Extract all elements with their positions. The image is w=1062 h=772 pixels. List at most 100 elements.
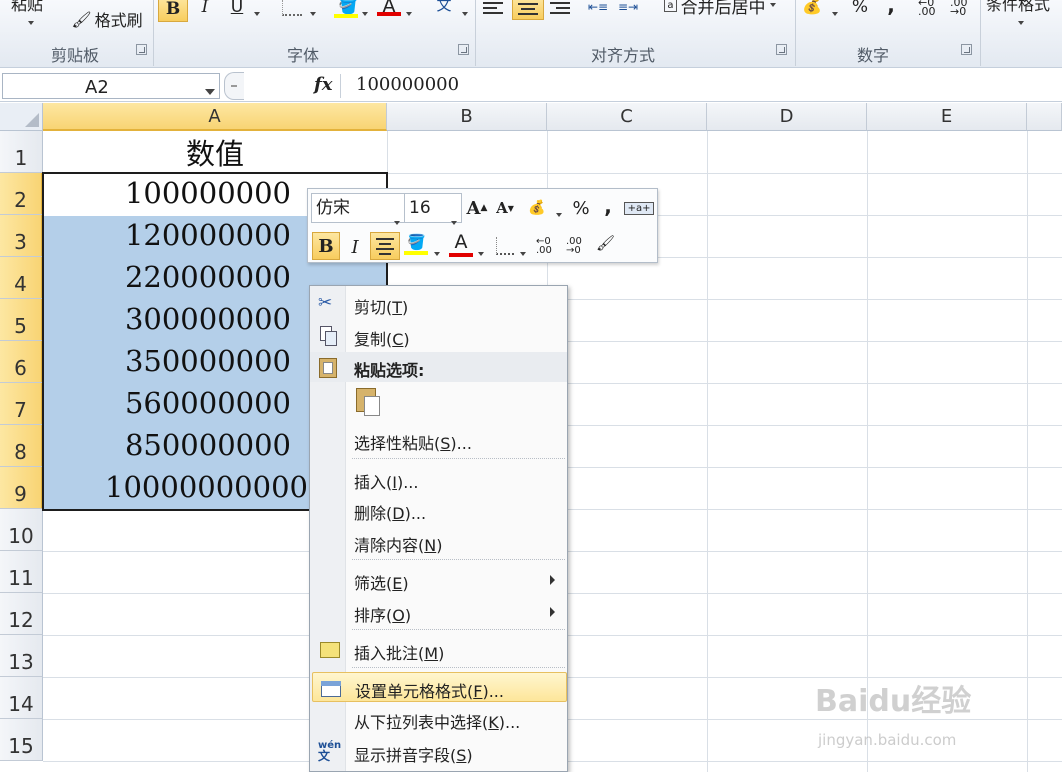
menu-item-cut[interactable]: ✂ 剪切(T) <box>312 289 567 319</box>
paste-dropdown-icon[interactable] <box>28 14 34 29</box>
mini-merge-center-icon[interactable]: +a+ <box>623 197 655 219</box>
menu-item-sort[interactable]: 排序(O) <box>312 597 567 627</box>
select-all-corner[interactable] <box>0 103 43 131</box>
mini-grow-font-icon[interactable]: A ▲ <box>466 195 488 221</box>
merge-center-icon: a <box>664 0 677 12</box>
comma-style-button[interactable]: , <box>878 0 904 17</box>
mini-increase-decimal-icon[interactable]: ←0.00 <box>536 237 560 257</box>
row-header-9[interactable]: 9 <box>0 467 43 509</box>
align-left-icon[interactable] <box>483 0 507 16</box>
underline-dropdown-icon[interactable] <box>254 5 260 20</box>
align-right-icon[interactable] <box>548 0 572 16</box>
border-icon[interactable] <box>282 0 302 16</box>
row-header-10[interactable]: 10 <box>0 509 43 551</box>
alignment-dialog-launcher-icon[interactable] <box>776 44 787 55</box>
number-dialog-launcher-icon[interactable] <box>961 44 972 55</box>
formula-bar-resize-handle[interactable] <box>224 72 244 100</box>
cell-a1[interactable]: 数值 <box>43 131 387 173</box>
mini-fill-dropdown-icon[interactable] <box>434 245 440 260</box>
mini-font-name-combo[interactable]: 仿宋 <box>311 193 405 225</box>
underline-button[interactable]: U <box>224 0 250 18</box>
column-header-f-partial[interactable] <box>1027 103 1062 131</box>
font-color-dropdown-icon[interactable] <box>406 5 412 20</box>
font-dialog-launcher-icon[interactable] <box>458 44 469 55</box>
phonetic-guide-icon[interactable]: 文 <box>430 0 458 22</box>
mini-align-center-button[interactable] <box>370 232 400 260</box>
mini-accounting-icon[interactable]: 💰 <box>522 195 552 221</box>
mini-percent-button[interactable]: % <box>568 195 594 221</box>
formula-divider <box>340 74 341 98</box>
row-header-8[interactable]: 8 <box>0 425 43 467</box>
row-header-12[interactable]: 12 <box>0 593 43 635</box>
menu-item-format-cells[interactable]: 设置单元格格式(F)... <box>312 672 567 702</box>
row-header-14[interactable]: 14 <box>0 677 43 719</box>
paste-option-keep-source-icon[interactable] <box>354 386 384 418</box>
decrease-decimal-icon[interactable]: .00 →0 <box>950 0 974 18</box>
formula-input[interactable]: 100000000 <box>356 74 459 95</box>
row-header-5[interactable]: 5 <box>0 299 43 341</box>
format-painter-button[interactable]: 🖌 格式刷 <box>66 8 148 31</box>
menu-item-copy[interactable]: 复制(C) <box>312 321 567 351</box>
menu-item-filter[interactable]: 筛选(E) <box>312 565 567 595</box>
paste-button[interactable]: 粘贴 <box>2 0 52 14</box>
column-header-c[interactable]: C <box>547 103 707 131</box>
accounting-format-icon[interactable]: 💰 <box>802 0 828 18</box>
mini-font-name-dropdown-icon[interactable] <box>394 206 400 234</box>
accounting-dropdown-icon[interactable] <box>832 5 838 20</box>
mini-shrink-font-icon[interactable]: A ▼ <box>494 195 516 221</box>
clipboard-dialog-launcher-icon[interactable] <box>136 44 147 55</box>
menu-item-paste-special[interactable]: 选择性粘贴(S)... <box>312 425 567 455</box>
mini-italic-button[interactable]: I <box>344 234 366 260</box>
menu-item-pick-from-list[interactable]: 从下拉列表中选择(K)... <box>312 704 567 734</box>
mini-comma-button[interactable]: , <box>598 193 618 219</box>
row-header-6[interactable]: 6 <box>0 341 43 383</box>
bold-button[interactable]: B <box>158 0 188 22</box>
percent-button[interactable]: % <box>845 0 875 18</box>
mini-fill-color-icon[interactable]: 🪣 <box>404 233 430 259</box>
comment-icon <box>318 639 340 661</box>
menu-item-clear-contents[interactable]: 清除内容(N) <box>312 527 567 557</box>
align-center-button[interactable] <box>512 0 544 20</box>
name-box[interactable]: A2 <box>2 73 220 99</box>
fill-color-dropdown-icon[interactable] <box>362 5 368 20</box>
menu-item-phonetic[interactable]: wén 文 显示拼音字段(S) <box>312 737 567 767</box>
row-header-2[interactable]: 2 <box>0 173 43 215</box>
name-box-dropdown-icon[interactable] <box>205 84 215 99</box>
conditional-format-button[interactable]: 条件格式 <box>986 0 1062 14</box>
mini-font-size-combo[interactable]: 16 <box>404 193 462 225</box>
border-dropdown-icon[interactable] <box>310 5 316 20</box>
row-header-15[interactable]: 15 <box>0 719 43 761</box>
increase-indent-icon[interactable]: ≡⇥ <box>618 0 642 16</box>
mini-font-color-button[interactable]: A <box>448 231 474 259</box>
italic-button[interactable]: I <box>192 0 218 18</box>
insert-function-button[interactable]: fx <box>314 74 332 95</box>
mini-font-color-dropdown-icon[interactable] <box>478 245 484 260</box>
mini-border-icon[interactable] <box>496 237 514 255</box>
row-header-11[interactable]: 11 <box>0 551 43 593</box>
column-header-b[interactable]: B <box>387 103 547 131</box>
fill-color-icon[interactable]: 🪣 <box>333 0 359 20</box>
row-header-7[interactable]: 7 <box>0 383 43 425</box>
column-header-d[interactable]: D <box>707 103 867 131</box>
mini-format-painter-icon[interactable]: 🖌 <box>596 234 620 258</box>
mini-accounting-dropdown-icon[interactable] <box>556 206 562 221</box>
column-header-e[interactable]: E <box>867 103 1027 131</box>
row-header-13[interactable]: 13 <box>0 635 43 677</box>
mini-decrease-decimal-icon[interactable]: .00 →0 <box>566 237 590 257</box>
decrease-indent-icon[interactable]: ⇤≡ <box>588 0 612 16</box>
conditional-format-dropdown-icon[interactable] <box>1018 14 1024 29</box>
row-header-3[interactable]: 3 <box>0 215 43 257</box>
row-header-1[interactable]: 1 <box>0 131 43 173</box>
merge-center-button[interactable]: a 合并后居中 <box>655 0 785 18</box>
menu-item-insert-comment[interactable]: 插入批注(M) <box>312 635 567 665</box>
mini-bold-button[interactable]: B <box>312 232 340 260</box>
phonetic-dropdown-icon[interactable] <box>462 5 468 20</box>
menu-item-delete[interactable]: 删除(D)... <box>312 495 567 525</box>
menu-item-insert[interactable]: 插入(I)... <box>312 464 567 494</box>
column-header-a[interactable]: A <box>43 103 387 131</box>
mini-border-dropdown-icon[interactable] <box>520 245 526 260</box>
mini-font-size-dropdown-icon[interactable] <box>451 206 457 234</box>
increase-decimal-icon[interactable]: ←0.00 <box>918 0 942 18</box>
row-header-4[interactable]: 4 <box>0 257 43 299</box>
font-color-button[interactable]: A <box>376 0 402 19</box>
